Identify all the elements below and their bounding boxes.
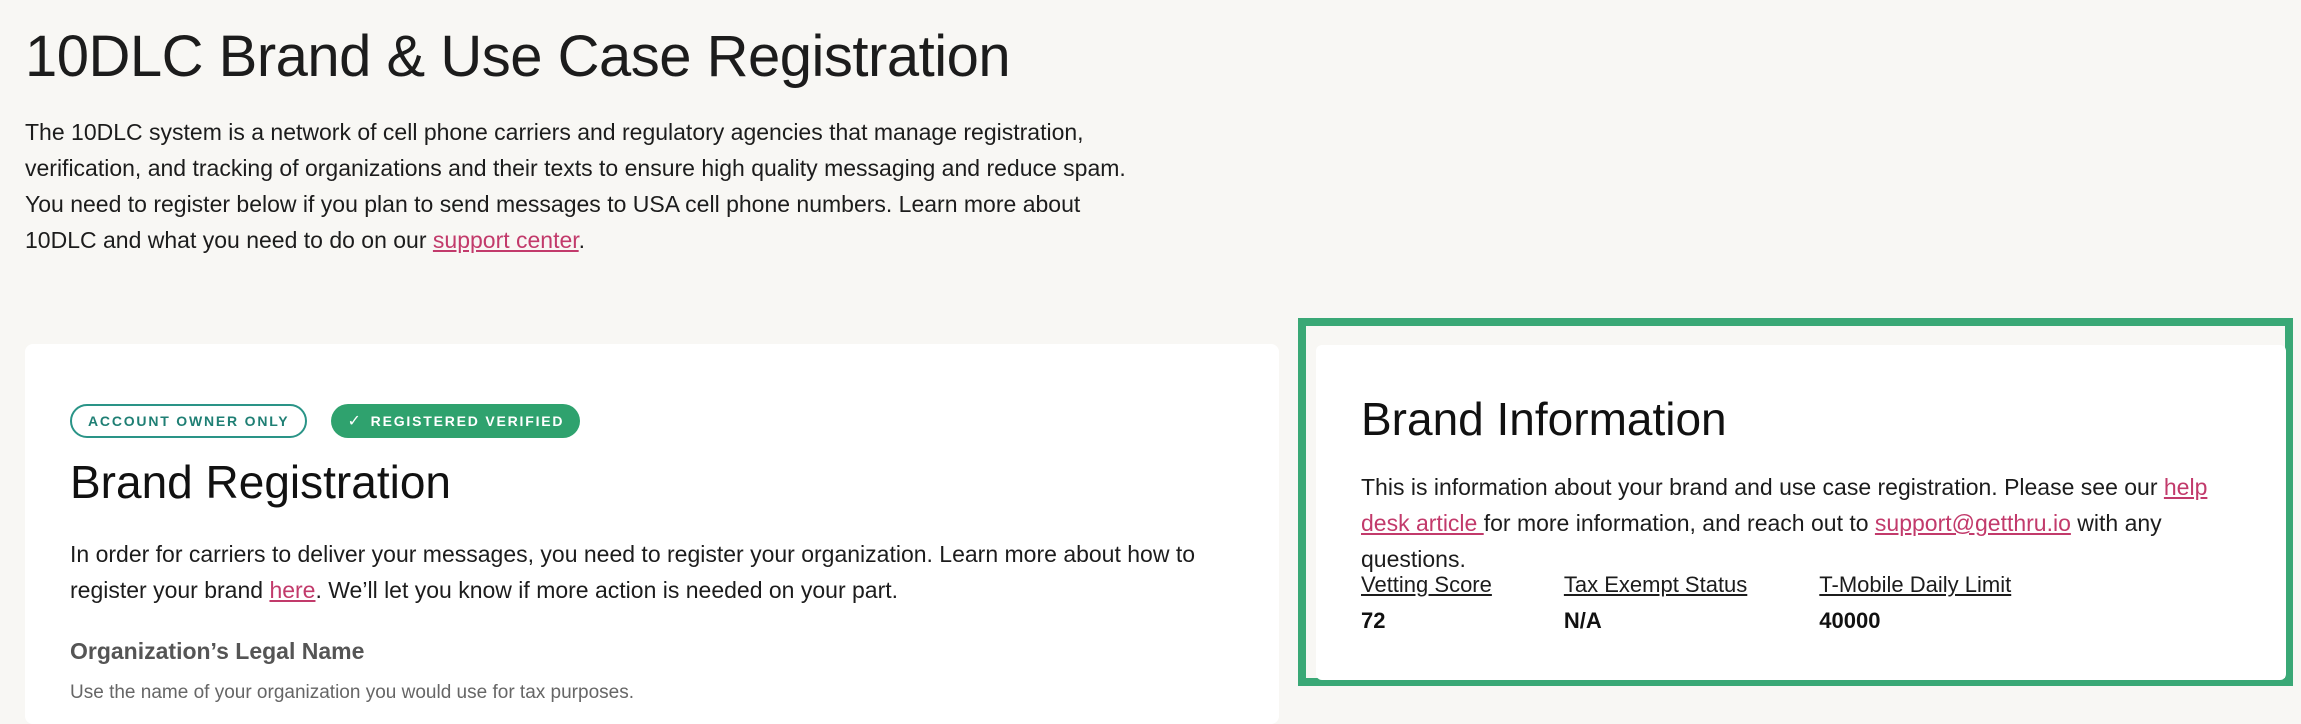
stat-value: 72: [1361, 608, 1386, 633]
brand-information-description: This is information about your brand and…: [1361, 469, 2261, 577]
brand-information-card: Brand Information This is information ab…: [1316, 345, 2286, 680]
account-owner-badge: ACCOUNT OWNER ONLY: [70, 404, 308, 438]
stat-value: N/A: [1563, 608, 1602, 633]
stat-label: T-Mobile Daily Limit: [1819, 572, 2012, 597]
brand-registration-card: ACCOUNT OWNER ONLY ✓ REGISTERED VERIFIED…: [25, 344, 1279, 724]
intro-text: The 10DLC system is a network of cell ph…: [25, 114, 1155, 258]
support-center-link[interactable]: support center: [433, 227, 579, 253]
brand-registration-text-end: . We’ll let you know if more action is n…: [315, 577, 899, 603]
stat-vetting-score: Vetting Score 72: [1361, 570, 1492, 634]
brand-registration-title: Brand Registration: [70, 456, 451, 508]
stat-value: 40000: [1819, 608, 1881, 633]
page-title: 10DLC Brand & Use Case Registration: [25, 24, 1011, 89]
legal-name-label: Organization’s Legal Name: [70, 638, 365, 664]
support-email-link[interactable]: support@getthru.io: [1875, 510, 2071, 536]
brand-information-title: Brand Information: [1361, 393, 1727, 445]
stat-tax-exempt-status: Tax Exempt Status N/A: [1564, 570, 1747, 634]
legal-name-help: Use the name of your organization you wo…: [70, 682, 634, 703]
badge-row: ACCOUNT OWNER ONLY ✓ REGISTERED VERIFIED: [70, 404, 581, 438]
stat-tmobile-daily-limit: T-Mobile Daily Limit 40000: [1819, 570, 2011, 634]
register-brand-here-link[interactable]: here: [269, 577, 315, 603]
registered-verified-badge: ✓ REGISTERED VERIFIED: [331, 404, 581, 438]
intro-period: .: [578, 227, 586, 253]
registered-verified-label: REGISTERED VERIFIED: [370, 413, 565, 429]
check-icon: ✓: [347, 413, 363, 430]
brand-stats: Vetting Score 72 Tax Exempt Status N/A T…: [1361, 570, 2083, 634]
stat-label: Vetting Score: [1361, 572, 1492, 597]
brand-information-text-middle: for more information, and reach out to: [1483, 510, 1875, 536]
brand-information-text: This is information about your brand and…: [1361, 474, 2164, 500]
stat-label: Tax Exempt Status: [1563, 572, 1748, 597]
brand-registration-description: In order for carriers to deliver your me…: [70, 536, 1230, 608]
